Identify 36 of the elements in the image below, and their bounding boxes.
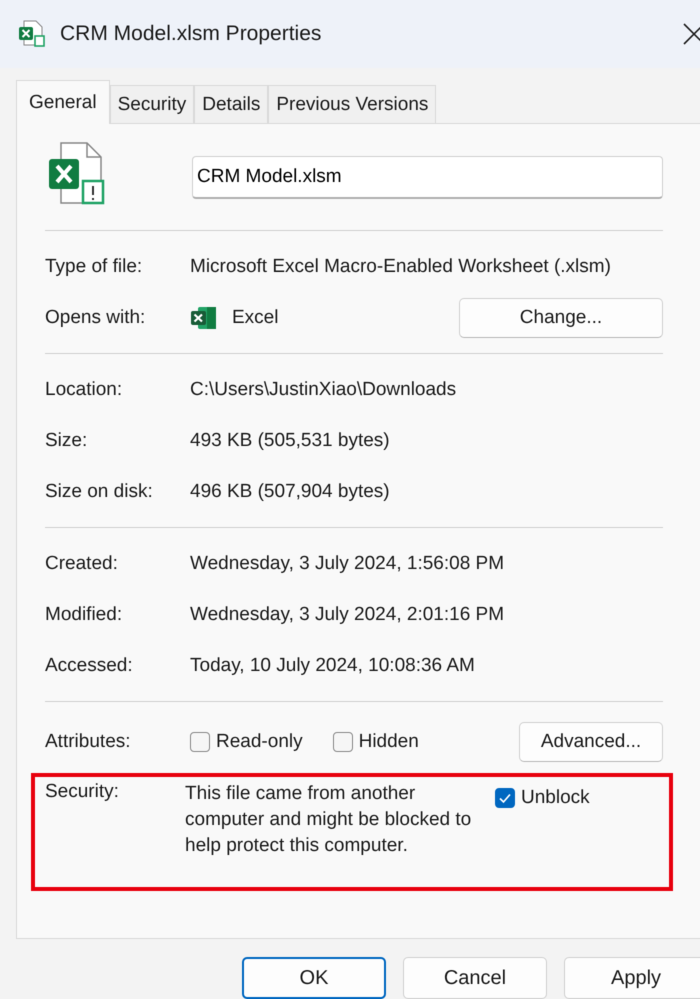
field-value: Microsoft Excel Macro-Enabled Worksheet (.xlsm) xyxy=(190,256,611,278)
dialog-button[interactable]: Apply xyxy=(564,957,700,999)
field-value: 496 KB (507,904 bytes) xyxy=(190,480,390,502)
attribute-checkbox[interactable]: Read-only xyxy=(190,730,303,752)
field-label: Attributes: xyxy=(45,730,132,752)
tab[interactable]: Details xyxy=(194,85,268,123)
dialog-button[interactable]: OK xyxy=(242,957,386,999)
field-value: Today, 10 July 2024, 10:08:36 AM xyxy=(190,654,475,676)
file-name-field[interactable]: CRM Model.xlsm xyxy=(192,156,663,198)
advanced-button[interactable]: Advanced... xyxy=(519,722,663,762)
field-value: Wednesday, 3 July 2024, 1:56:08 PM xyxy=(190,552,504,574)
field-label: Modified: xyxy=(45,604,124,626)
dialog-button[interactable]: Cancel xyxy=(403,957,547,999)
field-label: Security: xyxy=(45,781,120,803)
security-message: This file came from another computer and might be blocked to help protect this computer. xyxy=(185,782,472,858)
spreadsheet-file-icon xyxy=(18,19,48,49)
unblock-checkbox[interactable]: Unblock xyxy=(495,787,590,809)
field-label: Created: xyxy=(45,552,119,574)
field-value: Excel xyxy=(232,306,278,328)
spreadsheet-icon xyxy=(190,304,218,330)
field-label: Size on disk: xyxy=(45,480,154,502)
close-icon[interactable] xyxy=(682,22,700,46)
field-value: C:\Users\JustinXiao\Downloads xyxy=(190,378,456,400)
field-label: Type of file: xyxy=(45,256,144,278)
field-label: Accessed: xyxy=(45,654,134,676)
field-value: 493 KB (505,531 bytes) xyxy=(190,430,390,452)
attribute-checkbox[interactable]: Hidden xyxy=(332,730,419,752)
change-button[interactable]: Change... xyxy=(459,298,663,338)
field-label: Size: xyxy=(45,430,88,452)
field-value: Wednesday, 3 July 2024, 2:01:16 PM xyxy=(190,604,504,626)
field-label: Opens with: xyxy=(45,306,146,328)
tab[interactable]: Security xyxy=(110,85,194,123)
window-title: CRM Model.xlsm Properties xyxy=(60,22,322,46)
field-label: Location: xyxy=(45,378,124,400)
tab[interactable]: Previous Versions xyxy=(268,85,436,123)
tab[interactable]: General xyxy=(16,80,110,124)
